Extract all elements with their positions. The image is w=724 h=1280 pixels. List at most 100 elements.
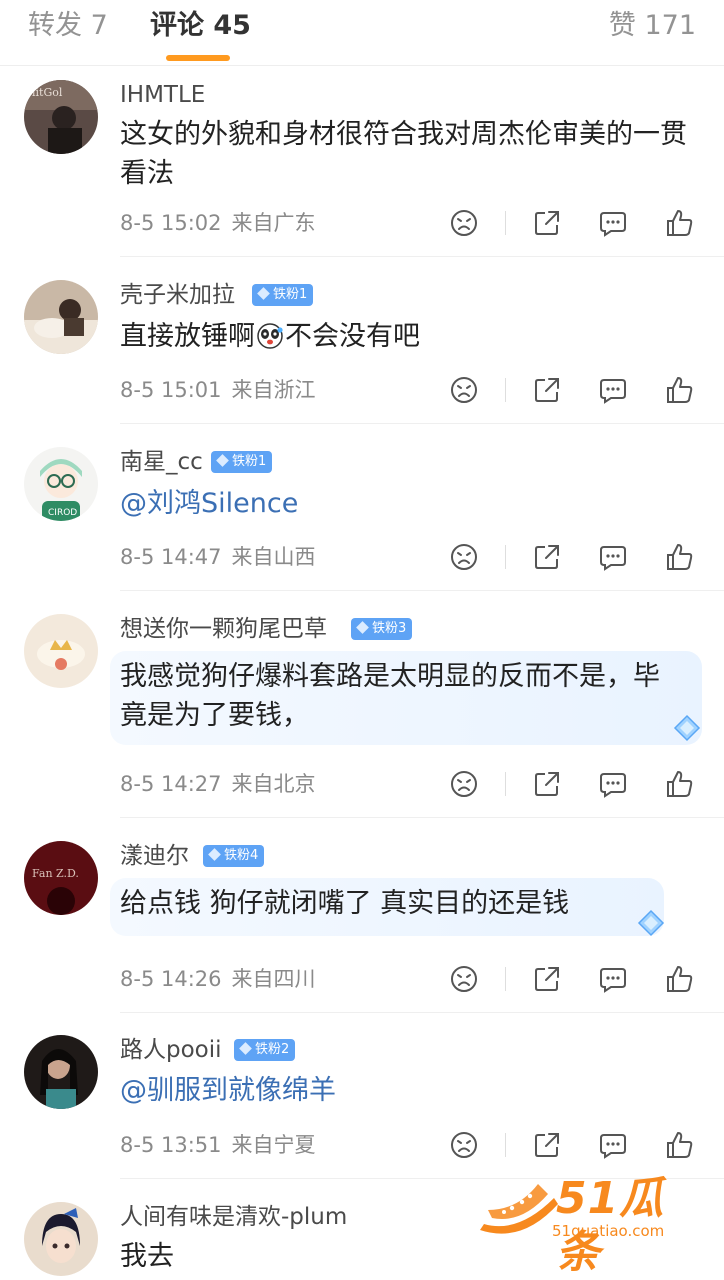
comment-location: 来自四川 — [231, 967, 316, 991]
comment-username[interactable]: 路人pooii — [120, 1035, 222, 1065]
action-divider — [505, 378, 506, 402]
comment-username[interactable]: IHMTLE — [120, 80, 205, 110]
watermark-logo: 51瓜条 51guatiao.com — [478, 1172, 708, 1278]
tab-likes[interactable]: 赞 171 — [609, 8, 696, 44]
comment-text-part: 不会没有吧 — [285, 321, 420, 352]
comment-icon[interactable] — [596, 767, 630, 801]
comment-icon[interactable] — [596, 1128, 630, 1162]
avatar[interactable] — [24, 614, 98, 688]
comment-meta: 8-5 14:27 来自北京 — [120, 770, 316, 798]
avatar[interactable]: CIROD — [24, 447, 98, 521]
dislike-icon[interactable] — [447, 540, 481, 574]
mention-link[interactable]: @刘鸿Silence — [120, 488, 298, 519]
share-icon[interactable] — [530, 206, 564, 240]
action-divider — [505, 211, 506, 235]
comment-username[interactable]: 想送你一颗狗尾巴草 — [120, 614, 327, 644]
comment-time: 8-5 14:27 — [120, 772, 222, 796]
comment-divider — [120, 256, 724, 257]
svg-text:Fan Z.D.: Fan Z.D. — [32, 867, 79, 880]
comment-text: 我感觉狗仔爆料套路是太明显的反而不是，毕竟是为了要钱， — [120, 661, 660, 731]
svg-text:CIROD: CIROD — [48, 508, 77, 518]
fan-badge-label: 铁粉4 — [224, 848, 259, 863]
comment-divider — [120, 590, 724, 591]
comment-meta: 8-5 14:47 来自山西 — [120, 543, 316, 571]
action-divider — [505, 967, 506, 991]
comment-username[interactable]: 南星_cc — [120, 447, 203, 477]
dislike-icon[interactable] — [447, 206, 481, 240]
comment-icon[interactable] — [596, 540, 630, 574]
comment-time: 8-5 15:02 — [120, 211, 222, 235]
fan-badge: 铁粉4 — [203, 845, 265, 867]
mention-link[interactable]: @驯服到就像绵羊 — [120, 1075, 336, 1106]
diamond-sticker-icon — [672, 713, 702, 743]
comment-location: 来自宁夏 — [231, 1133, 316, 1157]
dislike-icon[interactable] — [447, 1128, 481, 1162]
dislike-icon[interactable] — [447, 962, 481, 996]
comment-location: 来自广东 — [231, 211, 316, 235]
comment-meta: 8-5 13:51 来自宁夏 — [120, 1131, 316, 1159]
fan-badge-gem-icon — [216, 454, 229, 467]
comment-tabs-bar: 转发 7 评论 45 赞 171 — [0, 0, 724, 66]
tab-repost[interactable]: 转发 7 — [28, 8, 108, 44]
fan-badge-label: 铁粉1 — [232, 454, 267, 469]
action-divider — [505, 772, 506, 796]
comment-text: @驯服到就像绵羊 — [120, 1071, 700, 1110]
action-divider — [505, 545, 506, 569]
like-icon[interactable] — [663, 962, 697, 996]
fan-badge-gem-icon — [356, 621, 369, 634]
comment-text: 这女的外貌和身材很符合我对周杰伦审美的一贯看法 — [120, 119, 687, 189]
comment-text: 直接放锤啊 不会没有吧 — [120, 317, 700, 356]
comment-time: 8-5 14:47 — [120, 545, 222, 569]
comment-username[interactable]: 壳子米加拉 — [120, 280, 235, 310]
share-icon[interactable] — [530, 540, 564, 574]
like-icon[interactable] — [663, 1128, 697, 1162]
comment-username[interactable]: 人间有味是清欢-plum — [120, 1202, 347, 1232]
avatar[interactable]: Fan Z.D. — [24, 841, 98, 915]
fan-badge: 铁粉1 — [252, 284, 314, 306]
fan-badge-gem-icon — [257, 287, 270, 300]
comment-username[interactable]: 漾迪尔 — [120, 841, 189, 871]
comment-location: 来自浙江 — [231, 378, 316, 402]
comment-divider — [120, 817, 724, 818]
comment-icon[interactable] — [596, 373, 630, 407]
fan-badge-label: 铁粉2 — [255, 1042, 290, 1057]
avatar[interactable]: litGol — [24, 80, 98, 154]
like-icon[interactable] — [663, 206, 697, 240]
comment-divider — [120, 1012, 724, 1013]
like-icon[interactable] — [663, 540, 697, 574]
comment-meta: 8-5 15:02 来自广东 — [120, 209, 316, 237]
like-icon[interactable] — [663, 373, 697, 407]
share-icon[interactable] — [530, 373, 564, 407]
dislike-icon[interactable] — [447, 767, 481, 801]
diamond-sticker-icon — [636, 908, 666, 938]
fan-badge: 铁粉1 — [211, 451, 273, 473]
comment-time: 8-5 15:01 — [120, 378, 222, 402]
share-icon[interactable] — [530, 1128, 564, 1162]
action-divider — [505, 1133, 506, 1157]
fan-badge-label: 铁粉1 — [273, 287, 308, 302]
fan-badge-gem-icon — [239, 1042, 252, 1055]
comment-icon[interactable] — [596, 962, 630, 996]
comment-location: 来自北京 — [231, 772, 316, 796]
fan-badge-gem-icon — [208, 848, 221, 861]
active-tab-indicator — [166, 55, 230, 61]
comment-divider — [120, 423, 724, 424]
avatar[interactable] — [24, 1202, 98, 1276]
comment-location: 来自山西 — [231, 545, 316, 569]
fan-badge: 铁粉2 — [234, 1039, 296, 1061]
dislike-icon[interactable] — [447, 373, 481, 407]
avatar[interactable] — [24, 1035, 98, 1109]
share-icon[interactable] — [530, 962, 564, 996]
tab-comments[interactable]: 评论 45 — [150, 8, 251, 44]
panda-emoji-icon — [257, 323, 283, 349]
comment-icon[interactable] — [596, 206, 630, 240]
avatar[interactable] — [24, 280, 98, 354]
fan-badge: 铁粉3 — [351, 618, 413, 640]
fan-badge-label: 铁粉3 — [372, 621, 407, 636]
like-icon[interactable] — [663, 767, 697, 801]
watermelon-logo-icon — [480, 1184, 558, 1234]
comment-meta: 8-5 15:01 来自浙江 — [120, 376, 316, 404]
comment-text: @刘鸿Silence — [120, 484, 700, 523]
comment-time: 8-5 13:51 — [120, 1133, 222, 1157]
share-icon[interactable] — [530, 767, 564, 801]
